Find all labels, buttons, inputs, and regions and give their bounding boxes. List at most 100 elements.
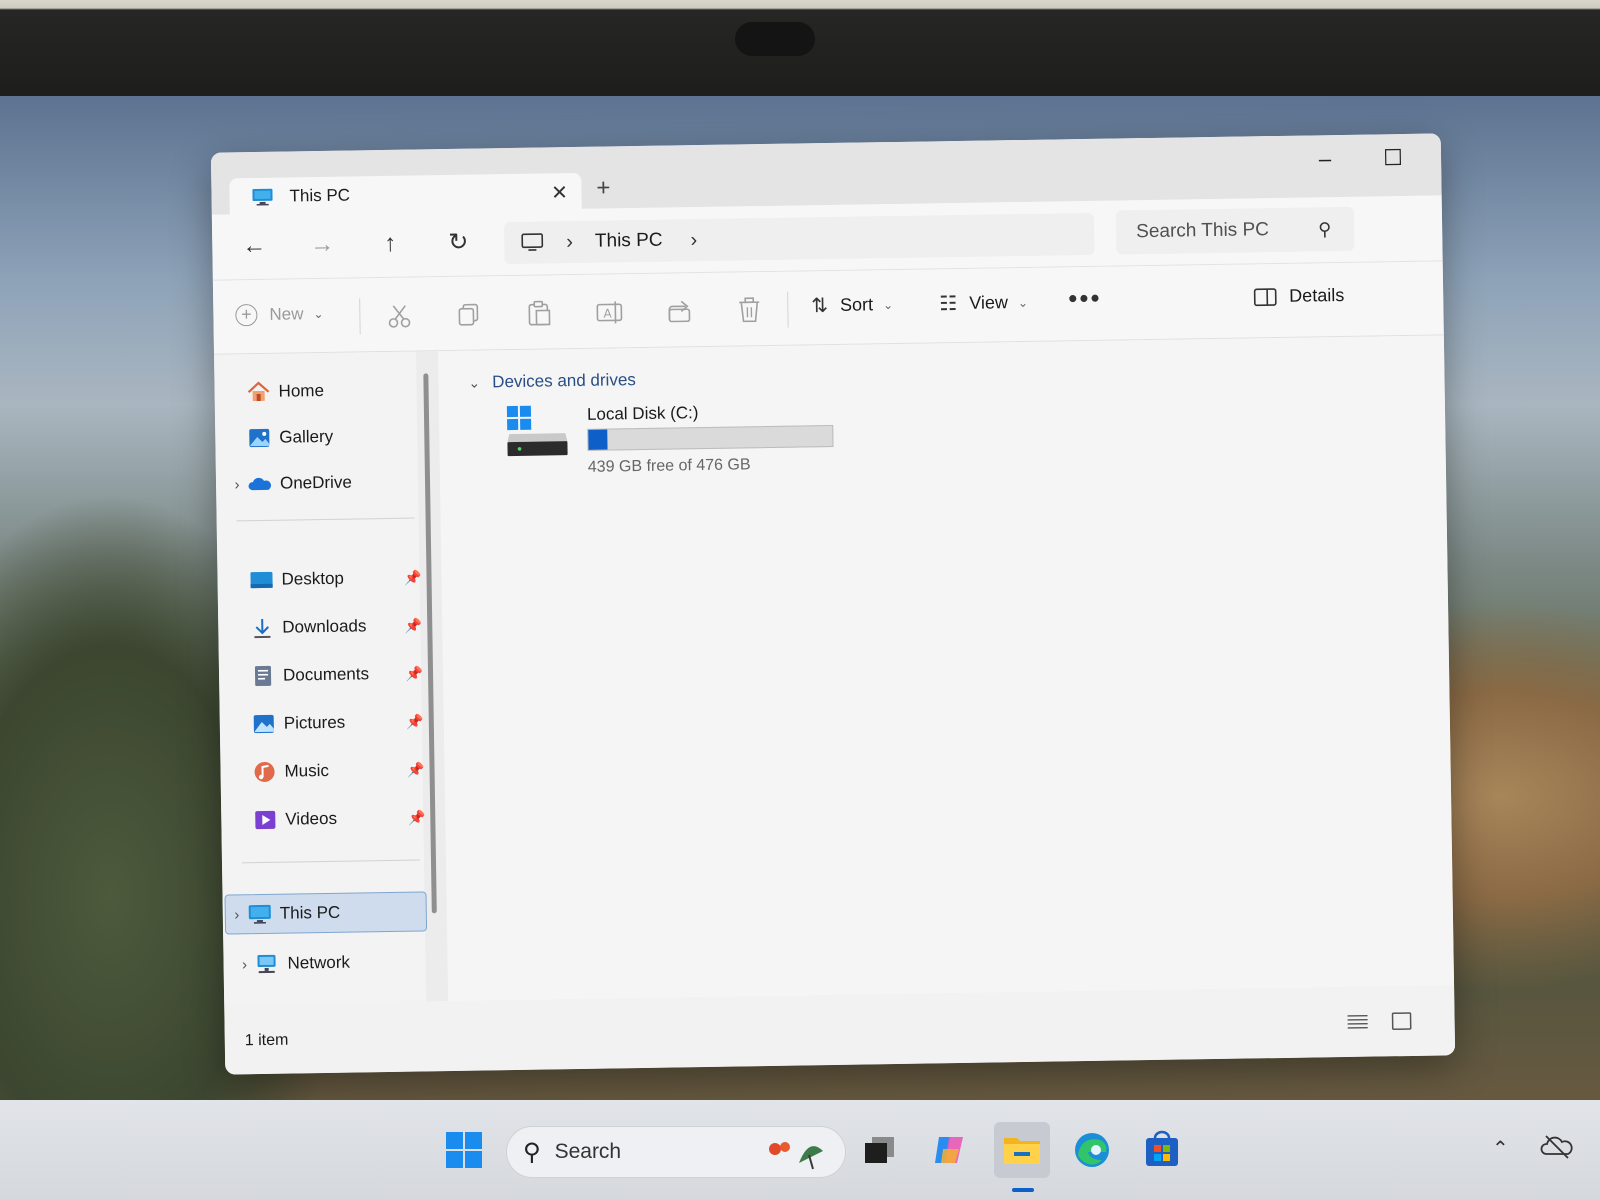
sidebar-item-label: This PC — [279, 902, 341, 923]
file-explorer-window: This PC ✕ + – ☐ ✕ ← → ↑ ↻ › This PC › ⚲ … — [210, 133, 1456, 1075]
search-icon: ⚲ — [523, 1138, 541, 1166]
desktop-icon — [250, 571, 273, 589]
forward-arrow-icon[interactable]: → — [302, 227, 343, 264]
new-button[interactable]: + New ⌄ — [235, 303, 324, 327]
sidebar-item-onedrive[interactable]: › OneDrive — [226, 461, 421, 504]
task-view-icon — [865, 1137, 894, 1163]
sidebar-item-desktop[interactable]: Desktop 📌 — [227, 557, 422, 600]
start-icon — [446, 1132, 482, 1168]
monitor-icon — [521, 233, 544, 251]
file-explorer-button[interactable] — [994, 1122, 1050, 1178]
close-tab-icon[interactable]: ✕ — [537, 179, 581, 205]
network-icon — [257, 954, 276, 974]
pin-icon[interactable]: 📌 — [404, 569, 422, 586]
view-list-icon: ☷ — [939, 293, 958, 316]
copy-icon[interactable] — [451, 296, 488, 333]
sidebar-item-label: Network — [287, 952, 351, 973]
item-count: 1 item — [244, 1031, 289, 1050]
new-label: New — [269, 304, 304, 324]
sidebar-item-home[interactable]: Home — [224, 369, 419, 412]
drive-local-disk-c[interactable]: Local Disk (C:) 439 GB free of 476 GB — [505, 399, 846, 488]
expand-chevron-icon[interactable]: › — [226, 476, 248, 493]
view-button[interactable]: ☷ View ⌄ — [939, 290, 1028, 316]
drive-usage-fill — [588, 429, 608, 450]
paste-icon[interactable] — [521, 295, 558, 332]
sidebar-divider — [236, 517, 415, 522]
sidebar-item-this-pc[interactable]: › This PC — [224, 891, 428, 935]
rename-icon[interactable]: A — [591, 294, 628, 331]
details-view-icon[interactable] — [1344, 1011, 1370, 1033]
taskbar-search[interactable]: ⚲ Search — [506, 1126, 846, 1178]
search-icon[interactable]: ⚲ — [1318, 219, 1332, 240]
refresh-icon[interactable]: ↻ — [438, 225, 479, 262]
sidebar-item-videos[interactable]: Videos 📌 — [231, 797, 426, 840]
expand-chevron-icon[interactable]: › — [226, 906, 248, 923]
expand-chevron-icon[interactable]: › — [233, 956, 255, 973]
delete-icon[interactable] — [731, 292, 768, 329]
pin-icon[interactable]: 📌 — [408, 809, 426, 826]
sidebar-item-network[interactable]: › Network — [233, 941, 428, 984]
sidebar-item-label: Home — [278, 380, 325, 401]
pin-icon[interactable]: 📌 — [406, 713, 424, 730]
group-header-devices[interactable]: ⌄ Devices and drives — [468, 370, 636, 393]
search-highlight-icon — [769, 1142, 823, 1170]
breadcrumb-chevron-icon[interactable]: › — [566, 231, 573, 254]
new-tab-button[interactable]: + — [596, 174, 610, 202]
sidebar-item-documents[interactable]: Documents 📌 — [229, 653, 424, 696]
sidebar-item-pictures[interactable]: Pictures 📌 — [230, 701, 425, 744]
more-options-icon[interactable]: ••• — [1068, 283, 1102, 315]
sidebar-divider — [241, 859, 420, 864]
sort-label: Sort — [839, 294, 874, 315]
up-arrow-icon[interactable]: ↑ — [370, 226, 411, 263]
sidebar-item-downloads[interactable]: Downloads 📌 — [228, 605, 423, 648]
address-bar[interactable]: › This PC › — [503, 212, 1095, 265]
file-list-pane: ⌄ Devices and drives Local Disk (C:) 439… — [437, 335, 1455, 1002]
edge-button[interactable] — [1064, 1122, 1120, 1178]
home-icon — [247, 381, 270, 402]
plus-icon: + — [235, 304, 258, 327]
webcam — [735, 22, 815, 56]
show-hidden-icons-chevron-icon[interactable]: ⌃ — [1492, 1136, 1509, 1161]
details-pane-icon — [1253, 287, 1277, 306]
minimize-button[interactable]: – — [1301, 141, 1350, 178]
copilot-button[interactable] — [922, 1122, 978, 1178]
back-arrow-icon[interactable]: ← — [234, 228, 275, 265]
chevron-down-icon: ⌄ — [468, 374, 481, 391]
large-icons-view-icon[interactable] — [1388, 1010, 1414, 1032]
search-input[interactable] — [1136, 218, 1307, 244]
sidebar-item-music[interactable]: Music 📌 — [230, 749, 425, 792]
sidebar-item-label: OneDrive — [279, 472, 352, 493]
pin-icon[interactable]: 📌 — [405, 665, 423, 682]
task-view-button[interactable] — [852, 1122, 908, 1178]
active-app-indicator — [1012, 1188, 1034, 1192]
start-button[interactable] — [436, 1122, 492, 1178]
share-icon[interactable] — [661, 293, 698, 330]
taskbar: ⚲ Search ⌃ — [0, 1100, 1600, 1200]
store-icon — [1146, 1130, 1178, 1166]
drive-name: Local Disk (C:) — [586, 403, 699, 424]
tab-title: This PC — [289, 185, 351, 206]
sidebar-item-gallery[interactable]: Gallery — [225, 415, 420, 458]
sort-button[interactable]: ⇅ Sort ⌄ — [811, 292, 893, 318]
gallery-icon — [249, 428, 270, 448]
this-pc-icon — [248, 904, 271, 924]
group-title: Devices and drives — [492, 370, 636, 392]
maximize-button[interactable]: ☐ — [1369, 140, 1418, 177]
sidebar-item-label: Downloads — [282, 616, 367, 637]
onedrive-tray-icon[interactable] — [1540, 1132, 1574, 1160]
sidebar-item-label: Desktop — [281, 568, 345, 589]
pin-icon[interactable]: 📌 — [407, 761, 425, 778]
toolbar-divider — [787, 291, 789, 328]
navigation-pane: Home Gallery › OneDrive Desktop 📌 Downlo… — [214, 351, 449, 1005]
documents-icon — [254, 665, 272, 687]
breadcrumb-this-pc[interactable]: This PC — [595, 230, 663, 253]
cut-icon[interactable] — [381, 297, 418, 334]
store-button[interactable] — [1134, 1122, 1190, 1178]
downloads-icon — [254, 618, 271, 639]
pin-icon[interactable]: 📌 — [405, 617, 423, 634]
copilot-icon — [935, 1137, 963, 1163]
videos-icon — [255, 810, 276, 830]
edge-icon — [1075, 1133, 1109, 1167]
details-pane-button[interactable]: Details — [1253, 285, 1344, 307]
breadcrumb-chevron-icon[interactable]: › — [690, 229, 697, 252]
